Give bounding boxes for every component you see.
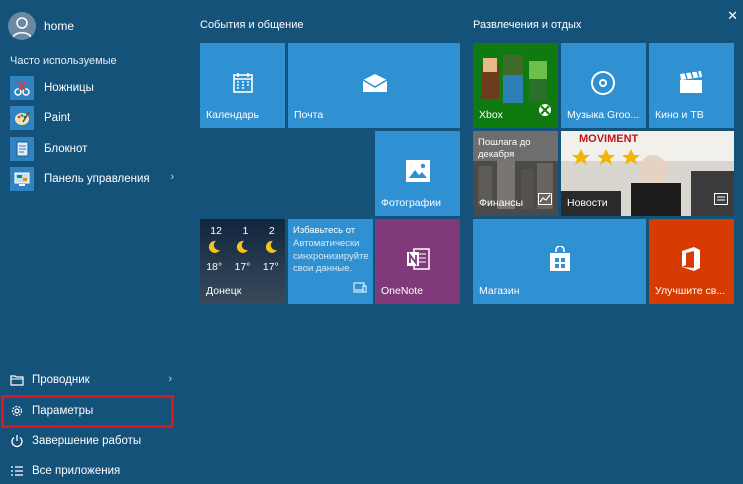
tile-label: OneNote	[381, 285, 424, 297]
tile-news[interactable]: MOVIMENT Новости	[561, 131, 734, 216]
app-item-notepad[interactable]: Блокнот	[10, 135, 180, 162]
tile-photos[interactable]: Фотографии	[375, 131, 460, 216]
reminder-text: Автоматически синхронизируйте свои данны…	[293, 238, 369, 274]
tile-xbox[interactable]: Xbox	[473, 43, 558, 128]
explorer-item[interactable]: Проводник ›	[10, 367, 178, 393]
tile-office[interactable]: Улучшите св...	[649, 219, 734, 304]
close-icon[interactable]: ✕	[727, 8, 738, 24]
newspaper-icon	[714, 192, 728, 210]
tile-weather[interactable]: 12 1 2 18° 17° 17° Донецк	[200, 219, 285, 304]
app-label: Paint	[44, 111, 71, 124]
tile-label: Почта	[294, 109, 324, 121]
music-disc-icon	[589, 69, 617, 97]
reminder-title: Избавьтесь от	[293, 225, 356, 236]
app-label: Панель управления	[44, 172, 150, 185]
weather-hour: 1	[242, 225, 249, 237]
all-apps-item[interactable]: Все приложения	[10, 458, 178, 484]
mail-icon	[360, 71, 390, 95]
weather-temp: 18°	[206, 261, 223, 273]
tile-onenote[interactable]: OneNote	[375, 219, 460, 304]
tile-label: Кино и ТВ	[655, 109, 704, 121]
tile-mail[interactable]: Почта	[288, 43, 460, 128]
news-sign-text: MOVIMENT	[579, 133, 639, 145]
device-sync-icon	[353, 280, 367, 298]
tile-sync-reminder[interactable]: Избавьтесь от Автоматически синхронизиру…	[288, 219, 373, 304]
moon-icon	[206, 239, 222, 260]
shutdown-item[interactable]: Завершение работы	[10, 428, 178, 454]
start-menu-tiles-pane: События и общение Развлечения и отдых ✕ …	[188, 0, 743, 484]
start-menu-left-pane: home Часто используемые Ножницы Paint Бл…	[0, 0, 188, 484]
xbox-logo-icon	[538, 103, 552, 122]
shutdown-label: Завершение работы	[32, 435, 142, 447]
tile-label: Новости	[567, 197, 608, 209]
control-panel-icon	[10, 166, 34, 191]
app-item-scissors[interactable]: Ножницы	[10, 74, 180, 101]
app-label: Ножницы	[44, 81, 94, 94]
frequent-section-label: Часто используемые	[10, 55, 117, 67]
tile-label: Календарь	[206, 109, 259, 121]
tile-label: Улучшите св...	[655, 285, 726, 297]
group-title-life[interactable]: События и общение	[200, 19, 303, 31]
tile-label: Фотографии	[381, 197, 442, 209]
tile-store[interactable]: Магазин	[473, 219, 646, 304]
tile-movies[interactable]: Кино и ТВ	[649, 43, 734, 128]
tile-label: Магазин	[479, 285, 520, 297]
tile-calendar[interactable]: Календарь	[200, 43, 285, 128]
explorer-label: Проводник	[32, 374, 90, 386]
list-icon	[10, 464, 24, 478]
scissors-icon	[10, 75, 34, 100]
user-name: home	[44, 19, 75, 33]
calendar-icon	[229, 69, 257, 97]
power-icon	[10, 434, 24, 448]
all-apps-label: Все приложения	[32, 465, 121, 477]
weather-temp: 17°	[262, 261, 279, 273]
folder-icon	[10, 373, 24, 387]
office-icon	[677, 245, 705, 273]
weather-hour: 2	[268, 225, 275, 237]
weather-temp: 17°	[234, 261, 251, 273]
app-item-paint[interactable]: Paint	[10, 104, 180, 131]
paint-palette-icon	[10, 105, 34, 130]
user-account[interactable]: home	[8, 11, 74, 41]
group-title-play[interactable]: Развлечения и отдых	[473, 19, 581, 31]
app-item-control-panel[interactable]: Панель управления ›	[10, 165, 180, 192]
weather-hour: 12	[210, 225, 222, 237]
tile-label: Музыка Groo...	[567, 109, 640, 121]
tile-label: Xbox	[479, 109, 503, 121]
notepad-icon	[10, 136, 34, 161]
tile-music[interactable]: Музыка Groo...	[561, 43, 646, 128]
moon-icon	[263, 239, 279, 260]
weather-city: Донецк	[206, 285, 242, 297]
chart-icon	[538, 192, 552, 210]
finance-headline: Пошлага до декабря	[478, 137, 531, 160]
chevron-right-icon[interactable]: ›	[168, 373, 172, 385]
app-label: Блокнот	[44, 142, 88, 155]
tile-label: Финансы	[479, 197, 524, 209]
chevron-right-icon[interactable]: ›	[170, 171, 174, 183]
photo-icon	[404, 157, 432, 185]
settings-highlight-frame	[1, 395, 174, 428]
tile-finance[interactable]: Пошлага до декабря Финансы	[473, 131, 558, 216]
moon-icon	[234, 239, 250, 260]
user-avatar-icon	[8, 12, 36, 40]
store-bag-icon	[546, 245, 574, 273]
onenote-icon	[404, 245, 432, 273]
clapperboard-icon	[677, 69, 705, 97]
